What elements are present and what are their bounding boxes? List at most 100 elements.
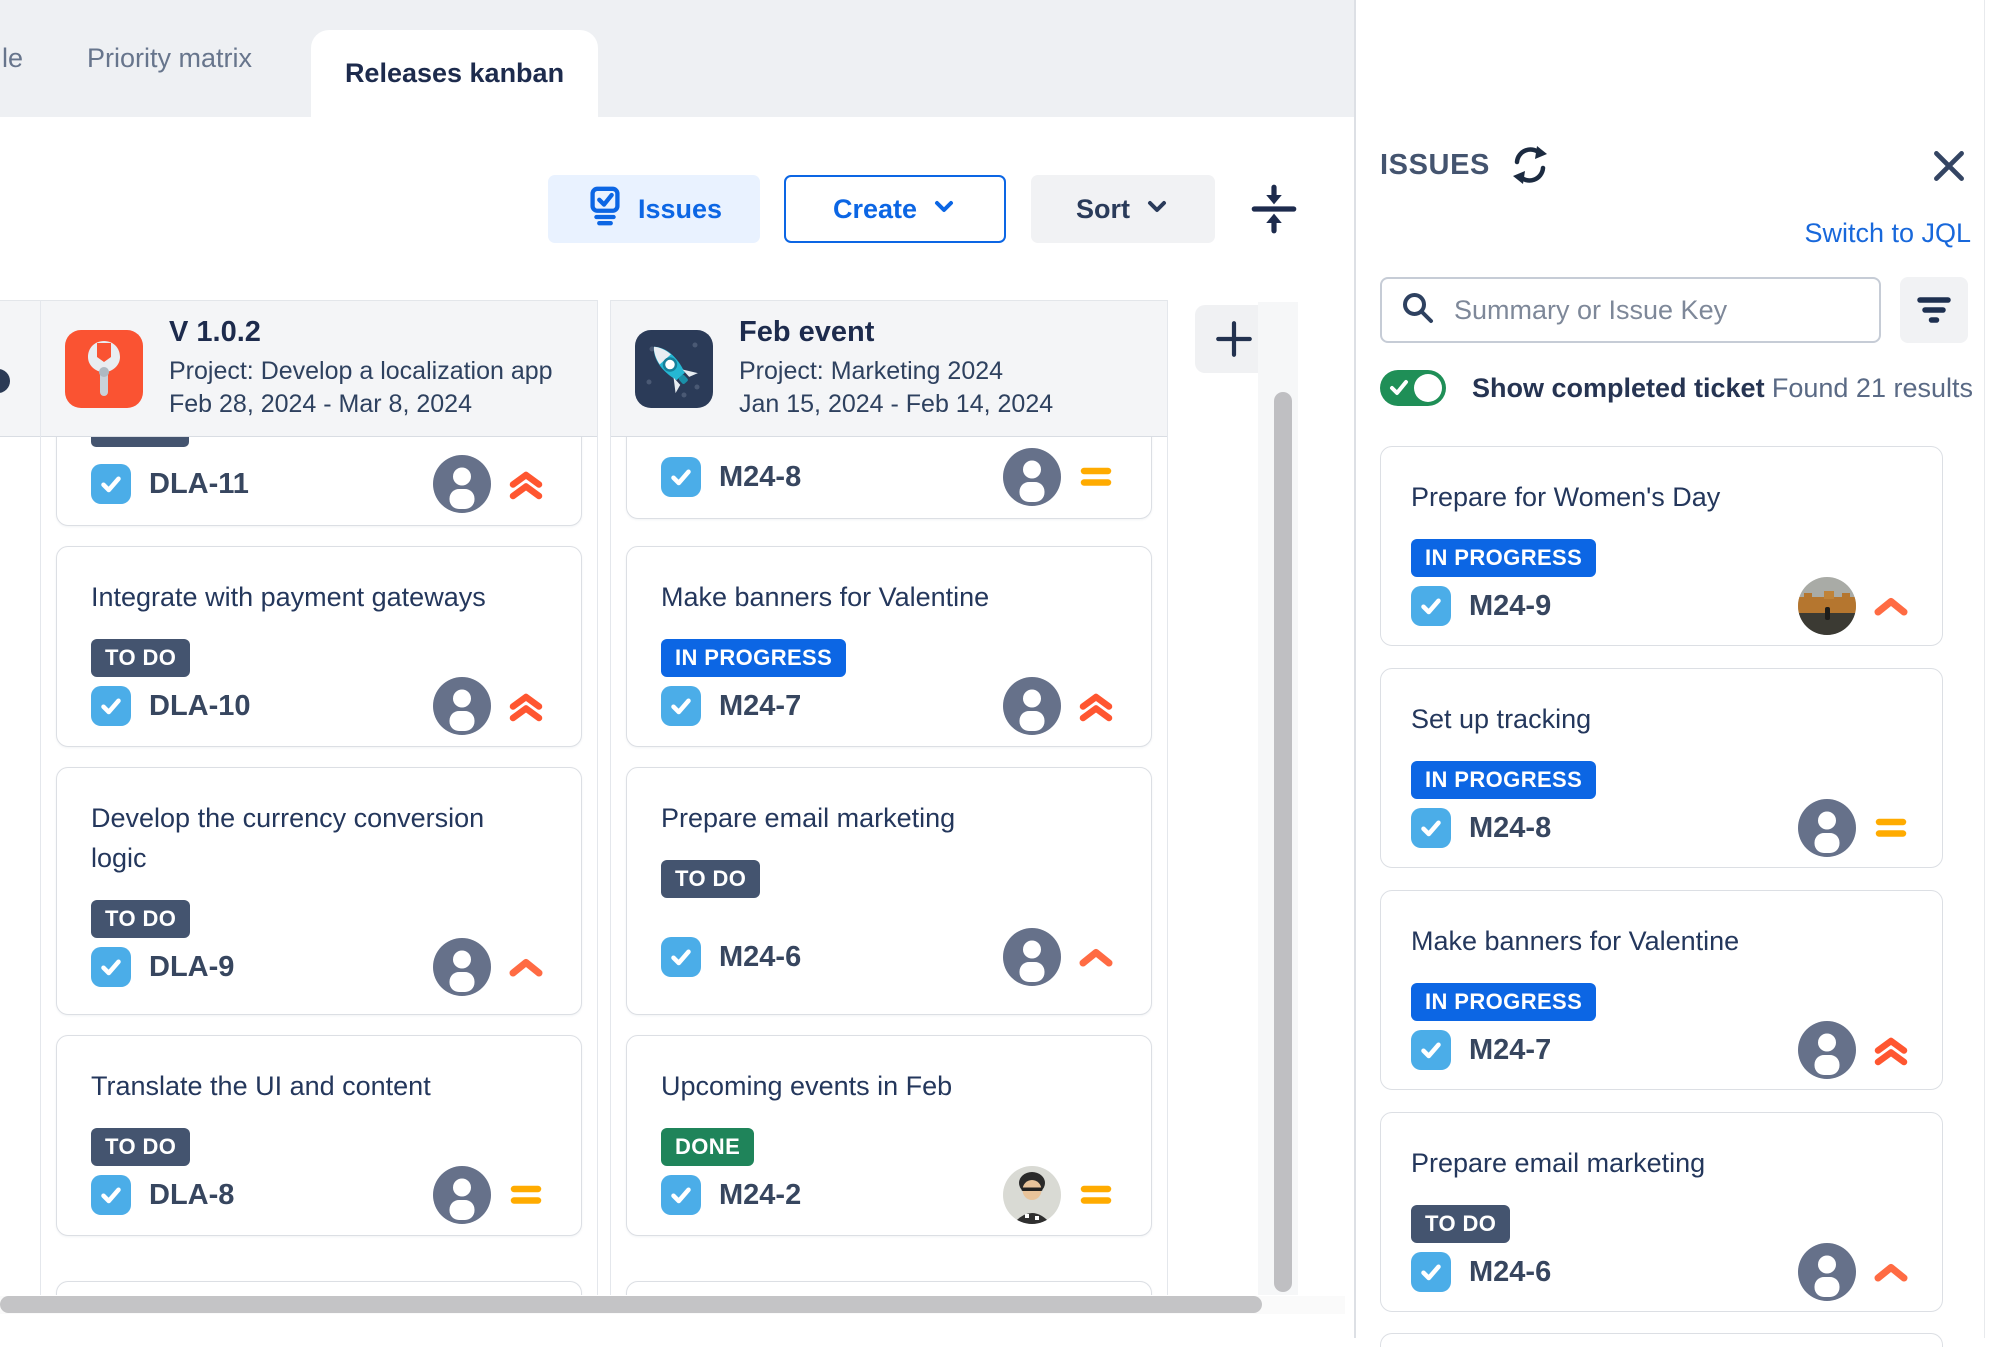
issue-key: DLA-8 <box>149 1179 234 1212</box>
issue-card[interactable]: Make banners for ValentineIN PROGRESS M2… <box>626 546 1152 747</box>
filter-button[interactable] <box>1900 277 1968 343</box>
switch-to-jql-link[interactable]: Switch to JQL <box>1804 218 1971 249</box>
column-header: V 1.0.2 Project: Develop a localization … <box>41 300 597 437</box>
issue-card-footer: DLA-9 <box>91 938 547 996</box>
toggle-knob <box>1414 374 1442 402</box>
assignee-avatar-icon[interactable] <box>433 938 491 996</box>
issue-card[interactable]: Prepare email marketingTO DO M24-6 <box>626 767 1152 1015</box>
assignee-avatar-icon[interactable] <box>433 1166 491 1224</box>
issue-key: M24-6 <box>719 941 801 974</box>
issue-title: Upcoming events in Feb <box>661 1066 1117 1106</box>
sort-button[interactable]: Sort <box>1031 175 1215 243</box>
create-button[interactable]: Create <box>784 175 1006 243</box>
issue-title: Develop the currency conversion logic <box>91 798 547 878</box>
issue-card-footer: M24-2 <box>661 1166 1117 1224</box>
assignee-avatar-icon[interactable] <box>1798 1243 1856 1301</box>
issue-card-footer: M24-7 <box>661 677 1117 735</box>
issue-key: DLA-10 <box>149 690 251 723</box>
issue-title: Translate the UI and content <box>91 1066 547 1106</box>
issue-card-clipped[interactable] <box>626 1281 1152 1295</box>
assignee-avatar-photo[interactable] <box>1798 577 1856 635</box>
issue-card[interactable]: Develop the currency conversion logicTO … <box>56 767 582 1015</box>
issue-card-clipped[interactable] <box>1380 1333 1943 1347</box>
column-project: Project: Develop a localization app <box>169 355 553 388</box>
issue-card-footer: M24-6 <box>661 928 1117 986</box>
column-dates: Feb 28, 2024 - Mar 8, 2024 <box>169 388 553 421</box>
issue-title: Integrate with payment gateways <box>91 577 547 617</box>
status-badge: TO DO <box>1411 1205 1510 1243</box>
board-vertical-scrollbar[interactable] <box>1274 392 1292 1292</box>
issue-card-footer: DLA-10 <box>91 677 547 735</box>
status-badge-clipped <box>91 437 189 447</box>
board-horizontal-scrollbar[interactable] <box>0 1296 1262 1313</box>
status-badge: IN PROGRESS <box>1411 539 1596 577</box>
close-icon[interactable] <box>1928 145 1970 187</box>
issue-card-footer: M24-7 <box>1411 1021 1912 1079</box>
issue-key: DLA-9 <box>149 951 234 984</box>
subtask-checkbox-icon <box>661 937 701 977</box>
subtask-checkbox-icon <box>1411 1030 1451 1070</box>
issue-card-clipped[interactable] <box>56 1281 582 1295</box>
issues-button-label: Issues <box>638 194 722 225</box>
results-count: Found 21 results <box>1772 373 1973 404</box>
search-icon <box>1400 290 1436 331</box>
subtask-checkbox-icon <box>661 686 701 726</box>
issue-card[interactable]: DLA-11 <box>56 437 582 526</box>
subtask-checkbox-icon <box>91 686 131 726</box>
assignee-avatar-icon[interactable] <box>1798 799 1856 857</box>
toggle-row: Show completed ticket Found 21 results <box>1380 368 1973 408</box>
assignee-avatar-photo[interactable] <box>1003 1166 1061 1224</box>
previous-column-header-clipped <box>0 300 40 437</box>
issues-button[interactable]: Issues <box>548 175 760 243</box>
column-title: Feb event <box>739 316 1053 349</box>
issue-search-box <box>1380 277 1881 343</box>
assignee-avatar-icon[interactable] <box>1003 677 1061 735</box>
tab-releases-kanban[interactable]: Releases kanban <box>311 30 598 117</box>
column-title: V 1.0.2 <box>169 316 553 349</box>
status-badge: IN PROGRESS <box>1411 761 1596 799</box>
kanban-column: Feb event Project: Marketing 2024 Jan 15… <box>610 300 1168 1295</box>
issue-title: Set up tracking <box>1411 699 1912 739</box>
issue-card[interactable]: Set up tracking IN PROGRESS M24-8 <box>1380 668 1943 868</box>
issue-title: Make banners for Valentine <box>1411 921 1912 961</box>
status-badge: TO DO <box>91 639 190 677</box>
issues-panel: ISSUES Switch to JQL <box>1354 0 1996 1338</box>
search-input[interactable] <box>1452 294 1861 327</box>
issue-card[interactable]: M24-8 <box>626 437 1152 519</box>
status-badge: IN PROGRESS <box>661 639 846 677</box>
issue-key: DLA-11 <box>149 468 249 501</box>
priority-high-icon <box>1075 936 1117 978</box>
toggle-label: Show completed ticket <box>1472 373 1765 404</box>
subtask-checkbox-icon <box>1411 1252 1451 1292</box>
assignee-avatar-icon[interactable] <box>433 455 491 513</box>
issues-panel-title: ISSUES <box>1380 149 1490 182</box>
issue-card[interactable]: Make banners for Valentine IN PROGRESS M… <box>1380 890 1943 1090</box>
show-completed-toggle[interactable] <box>1380 370 1446 406</box>
assignee-avatar-icon[interactable] <box>1003 928 1061 986</box>
assignee-avatar-icon[interactable] <box>433 677 491 735</box>
issue-card[interactable]: Upcoming events in FebDONE M24-2 <box>626 1035 1152 1236</box>
issue-title: Prepare email marketing <box>661 798 1117 838</box>
issue-key: M24-7 <box>1469 1034 1551 1067</box>
issue-title: Prepare for Women's Day <box>1411 477 1912 517</box>
kanban-board: V 1.0.2 Project: Develop a localization … <box>0 300 1354 1338</box>
status-badge: TO DO <box>91 1128 190 1166</box>
issue-card[interactable]: Integrate with payment gateways TO DO DLA… <box>56 546 582 747</box>
priority-highest-icon <box>505 463 547 505</box>
refresh-icon[interactable] <box>1507 142 1553 188</box>
priority-highest-icon <box>1075 685 1117 727</box>
issue-card[interactable]: Prepare for Women's Day IN PROGRESS M24-… <box>1380 446 1943 646</box>
priority-highest-icon <box>505 685 547 727</box>
issue-card[interactable]: Prepare email marketing TO DO M24-6 <box>1380 1112 1943 1312</box>
priority-highest-icon <box>1870 1029 1912 1071</box>
tab-priority-matrix[interactable]: Priority matrix <box>87 0 252 117</box>
sort-button-label: Sort <box>1076 194 1130 225</box>
subtask-checkbox-icon <box>661 1175 701 1215</box>
tab-clipped[interactable]: le <box>2 0 23 117</box>
issue-card-footer: M24-8 <box>661 448 1117 506</box>
collapse-vertical-icon[interactable] <box>1246 181 1302 237</box>
issue-card[interactable]: Translate the UI and content TO DO DLA-8 <box>56 1035 582 1236</box>
assignee-avatar-icon[interactable] <box>1003 448 1061 506</box>
issue-card-footer: M24-9 <box>1411 577 1912 635</box>
assignee-avatar-icon[interactable] <box>1798 1021 1856 1079</box>
